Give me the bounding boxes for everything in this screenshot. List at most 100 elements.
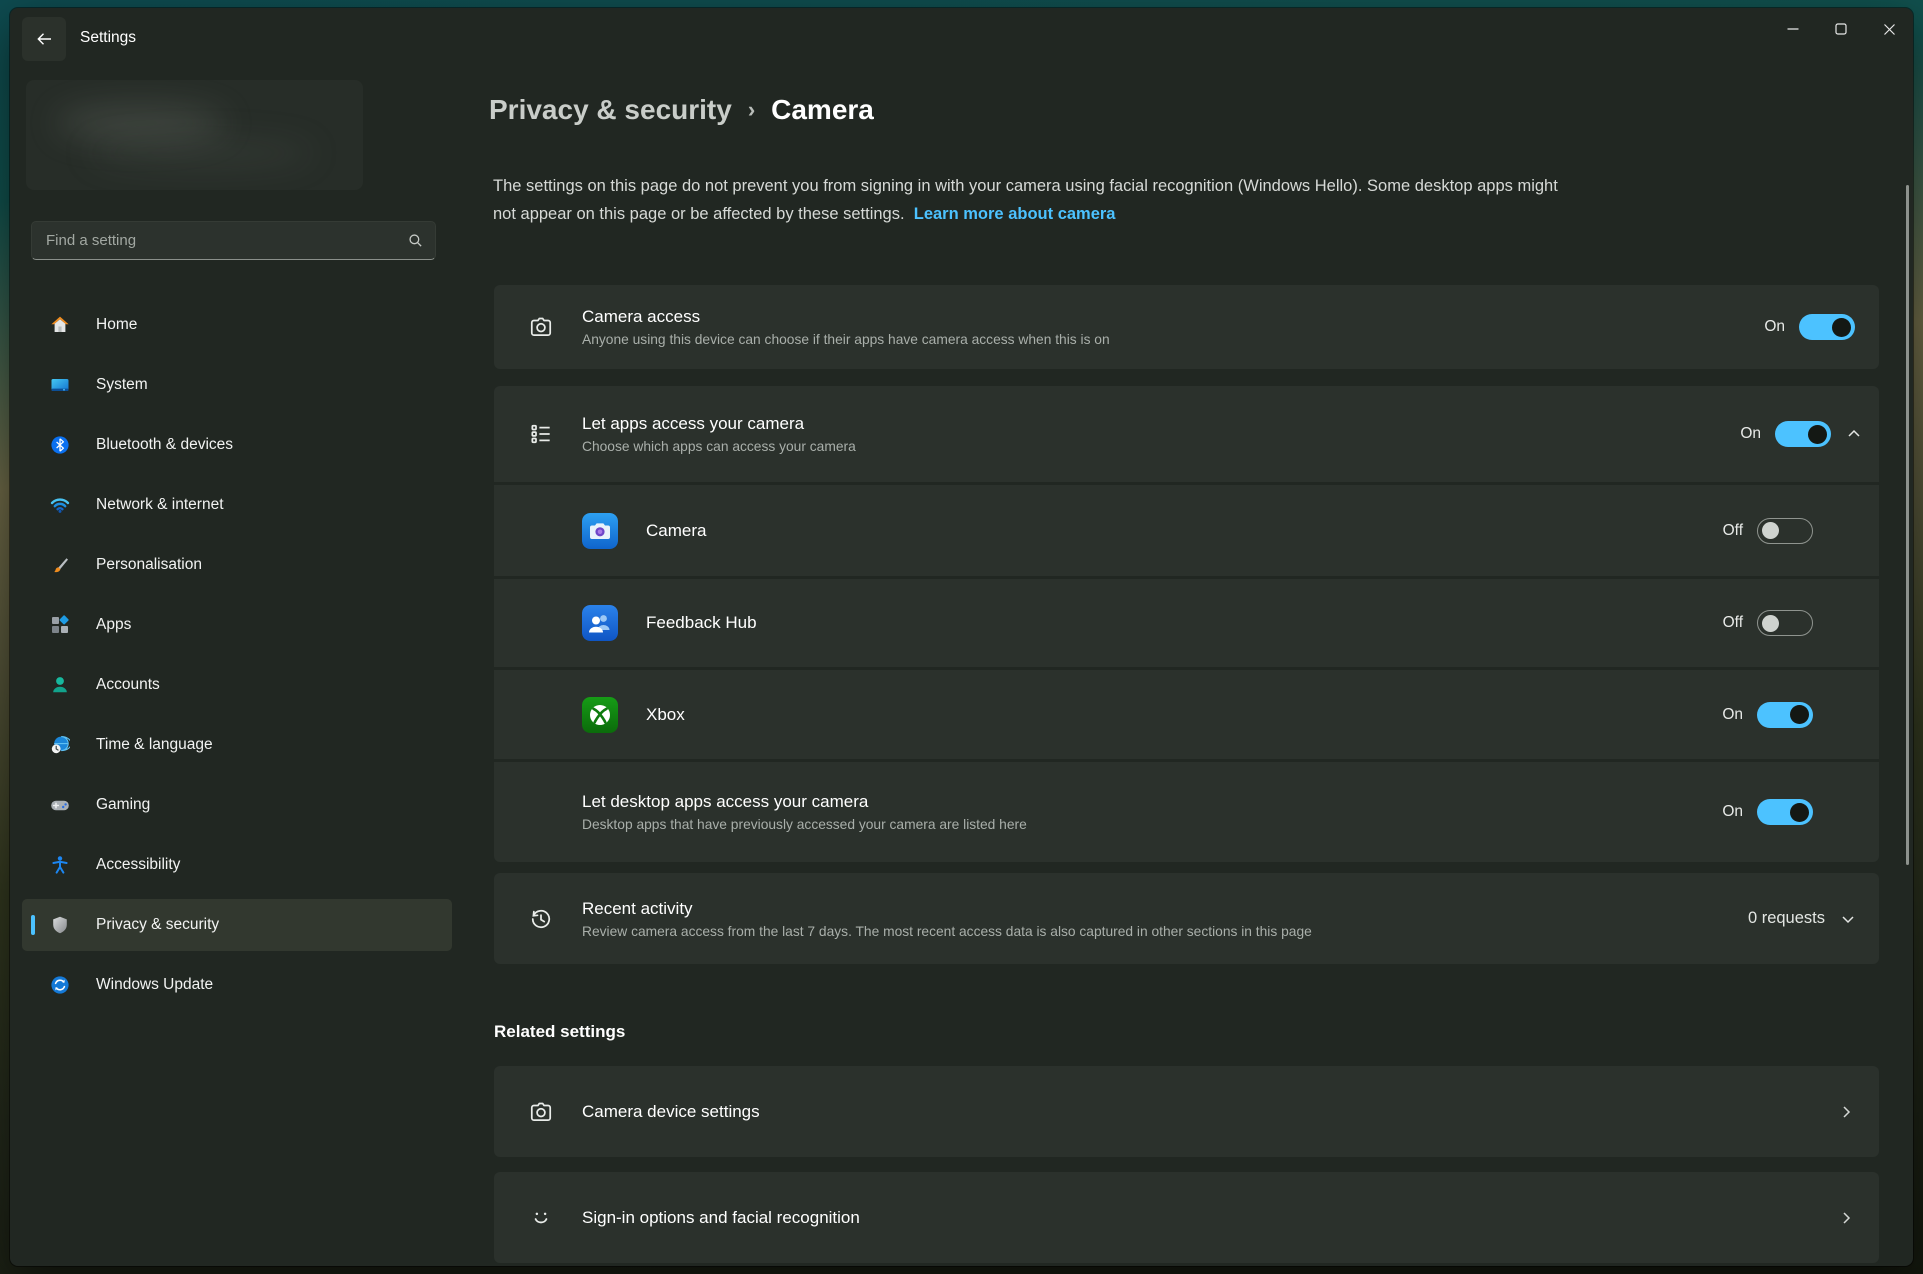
toggle-state-label: On — [1764, 318, 1785, 336]
sidebar-item-label: Gaming — [96, 796, 150, 814]
home-icon — [50, 315, 70, 335]
sidebar-item-gaming[interactable]: Gaming — [22, 779, 452, 831]
back-button[interactable] — [22, 17, 66, 61]
accessibility-icon — [50, 855, 70, 875]
let-apps-access-row[interactable]: Let apps access your camera Choose which… — [494, 386, 1879, 482]
xbox-app-icon — [582, 697, 618, 733]
sidebar-nav: Home System Bluetooth & devices Network … — [10, 299, 470, 1019]
row-subtitle: Review camera access from the last 7 day… — [582, 924, 1748, 939]
app-row-camera[interactable]: Camera Off — [494, 485, 1879, 576]
sidebar-item-time-language[interactable]: Time & language — [22, 719, 452, 771]
sidebar-item-label: Home — [96, 316, 137, 334]
sidebar-item-home[interactable]: Home — [22, 299, 452, 351]
sidebar-item-apps[interactable]: Apps — [22, 599, 452, 651]
minimize-button[interactable] — [1769, 8, 1817, 50]
maximize-button[interactable] — [1817, 8, 1865, 50]
app-row-xbox[interactable]: Xbox On — [494, 670, 1879, 759]
sidebar-item-network[interactable]: Network & internet — [22, 479, 452, 531]
sidebar-item-label: Personalisation — [96, 556, 202, 574]
selected-indicator — [31, 915, 35, 935]
smiley-face-icon — [528, 1205, 554, 1231]
system-icon — [50, 375, 70, 395]
learn-more-link[interactable]: Learn more about camera — [914, 205, 1116, 223]
page-description: The settings on this page do not prevent… — [493, 172, 1885, 228]
sidebar-item-bluetooth[interactable]: Bluetooth & devices — [22, 419, 452, 471]
desktop-apps-toggle[interactable] — [1757, 799, 1813, 825]
feedback-hub-app-icon — [582, 605, 618, 641]
toggle-state-label: On — [1722, 706, 1743, 724]
toggle-knob — [1762, 522, 1779, 539]
camera-app-toggle[interactable] — [1757, 518, 1813, 544]
wifi-icon — [50, 495, 70, 515]
recent-activity-row[interactable]: Recent activity Review camera access fro… — [494, 873, 1879, 964]
back-arrow-icon — [36, 31, 53, 47]
person-icon — [50, 675, 70, 695]
sidebar-item-system[interactable]: System — [22, 359, 452, 411]
sidebar-item-label: Accounts — [96, 676, 160, 694]
sidebar-item-label: Network & internet — [96, 496, 224, 514]
desktop-apps-row[interactable]: Let desktop apps access your camera Desk… — [494, 762, 1879, 862]
gamepad-icon — [50, 795, 70, 815]
breadcrumb: Privacy & security › Camera — [489, 94, 874, 126]
app-name: Xbox — [646, 705, 1722, 725]
sidebar-item-label: Privacy & security — [96, 916, 219, 934]
row-title: Let desktop apps access your camera — [582, 792, 1722, 812]
breadcrumb-separator-icon: › — [748, 97, 755, 123]
feedback-hub-toggle[interactable] — [1757, 610, 1813, 636]
breadcrumb-parent[interactable]: Privacy & security — [489, 94, 732, 126]
bluetooth-icon — [50, 435, 70, 455]
sidebar-item-personalisation[interactable]: Personalisation — [22, 539, 452, 591]
redacted-user-name — [56, 106, 226, 140]
chevron-up-icon[interactable] — [1845, 425, 1863, 443]
app-list-icon — [528, 421, 554, 447]
settings-window: Settings Find a setting Home — [10, 8, 1913, 1266]
app-name: Camera — [646, 521, 1723, 541]
app-row-feedback-hub[interactable]: Feedback Hub Off — [494, 579, 1879, 667]
toggle-knob — [1808, 425, 1827, 444]
history-icon — [528, 906, 554, 932]
sidebar-item-label: Accessibility — [96, 856, 180, 874]
camera-access-toggle[interactable] — [1799, 314, 1855, 340]
sidebar-item-label: Windows Update — [96, 976, 213, 994]
close-button[interactable] — [1865, 8, 1913, 50]
row-title: Camera access — [582, 307, 1764, 327]
xbox-toggle[interactable] — [1757, 702, 1813, 728]
shield-icon — [50, 915, 70, 935]
requests-count: 0 requests — [1748, 909, 1825, 928]
description-line2: not appear on this page or be affected b… — [493, 205, 905, 223]
camera-access-row[interactable]: Camera access Anyone using this device c… — [494, 285, 1879, 369]
row-title: Sign-in options and facial recognition — [582, 1208, 1837, 1228]
sidebar-item-label: System — [96, 376, 148, 394]
camera-device-settings-row[interactable]: Camera device settings — [494, 1066, 1879, 1157]
search-placeholder: Find a setting — [46, 232, 408, 249]
camera-app-icon — [582, 513, 618, 549]
sidebar-item-privacy-security[interactable]: Privacy & security — [22, 899, 452, 951]
search-icon — [408, 233, 423, 248]
related-settings-heading: Related settings — [494, 1022, 625, 1042]
let-apps-group: Let apps access your camera Choose which… — [494, 386, 1879, 862]
search-box[interactable]: Find a setting — [31, 221, 436, 260]
row-subtitle: Desktop apps that have previously access… — [582, 817, 1722, 832]
app-name: Feedback Hub — [646, 613, 1723, 633]
sign-in-options-row[interactable]: Sign-in options and facial recognition — [494, 1172, 1879, 1263]
chevron-down-icon[interactable] — [1839, 910, 1857, 928]
sidebar-item-windows-update[interactable]: Windows Update — [22, 959, 452, 1011]
globe-clock-icon — [50, 735, 70, 755]
window-controls — [1769, 8, 1913, 50]
page-title: Camera — [771, 94, 874, 126]
toggle-state-label: On — [1740, 425, 1761, 443]
sidebar-item-label: Time & language — [96, 736, 213, 754]
chevron-right-icon — [1837, 1103, 1855, 1121]
sidebar-item-accessibility[interactable]: Accessibility — [22, 839, 452, 891]
row-subtitle: Anyone using this device can choose if t… — [582, 332, 1764, 347]
chevron-right-icon — [1837, 1209, 1855, 1227]
camera-icon — [528, 314, 554, 340]
row-title: Let apps access your camera — [582, 414, 1740, 434]
sidebar-item-accounts[interactable]: Accounts — [22, 659, 452, 711]
user-profile-card[interactable] — [26, 80, 363, 190]
sidebar-item-label: Apps — [96, 616, 131, 634]
update-icon — [50, 975, 70, 995]
let-apps-toggle[interactable] — [1775, 421, 1831, 447]
scrollbar[interactable] — [1906, 185, 1909, 865]
toggle-knob — [1790, 803, 1809, 822]
